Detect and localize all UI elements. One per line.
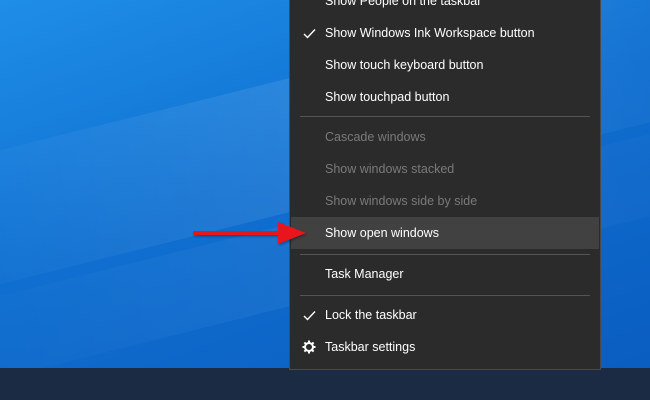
red-arrow-icon <box>193 222 306 244</box>
